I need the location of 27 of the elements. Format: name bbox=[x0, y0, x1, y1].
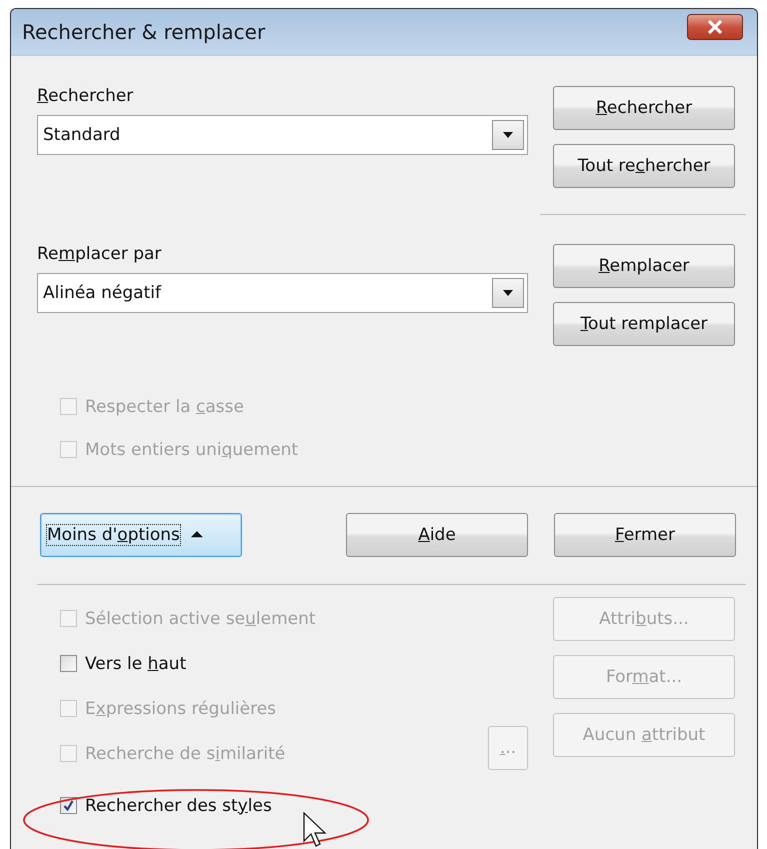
checkbox-label: Recherche de similarité bbox=[85, 744, 286, 764]
replace-button[interactable]: Remplacer bbox=[553, 244, 735, 288]
replace-combo-box[interactable]: Alinéa négatif bbox=[37, 273, 528, 313]
dialog-button[interactable]: Aide bbox=[346, 513, 528, 557]
field-label: Remplacer par bbox=[37, 244, 162, 264]
close-button[interactable] bbox=[687, 14, 743, 40]
window-title: Rechercher & remplacer bbox=[22, 20, 266, 44]
dropdown-button[interactable] bbox=[492, 120, 524, 150]
checkbox-label: Mots entiers uniquement bbox=[85, 440, 298, 460]
search-button[interactable]: Rechercher bbox=[553, 86, 735, 130]
dropdown-button[interactable] bbox=[492, 278, 524, 308]
field-label: Rechercher bbox=[37, 86, 134, 106]
checkbox-label: Respecter la casse bbox=[85, 396, 244, 416]
options-toggle-button[interactable]: Moins d'options ⏶ bbox=[40, 513, 242, 557]
checkbox[interactable] bbox=[60, 655, 77, 672]
caret-icon bbox=[503, 132, 513, 138]
checkbox-label: Rechercher des styles bbox=[85, 796, 272, 816]
checkbox-label: Sélection active seulement bbox=[85, 608, 316, 628]
checkbox-label: Vers le haut bbox=[85, 654, 186, 674]
search-button[interactable]: Tout rechercher bbox=[553, 144, 735, 188]
checkbox-label: Expressions régulières bbox=[85, 698, 276, 718]
caret-icon bbox=[503, 290, 513, 296]
replace-button[interactable]: Tout remplacer bbox=[553, 302, 735, 346]
dialog-button[interactable]: Fermer bbox=[554, 513, 736, 557]
search-combo-box[interactable]: Standard bbox=[37, 115, 528, 155]
mouse-pointer-icon bbox=[303, 812, 327, 848]
close-icon bbox=[707, 20, 723, 34]
